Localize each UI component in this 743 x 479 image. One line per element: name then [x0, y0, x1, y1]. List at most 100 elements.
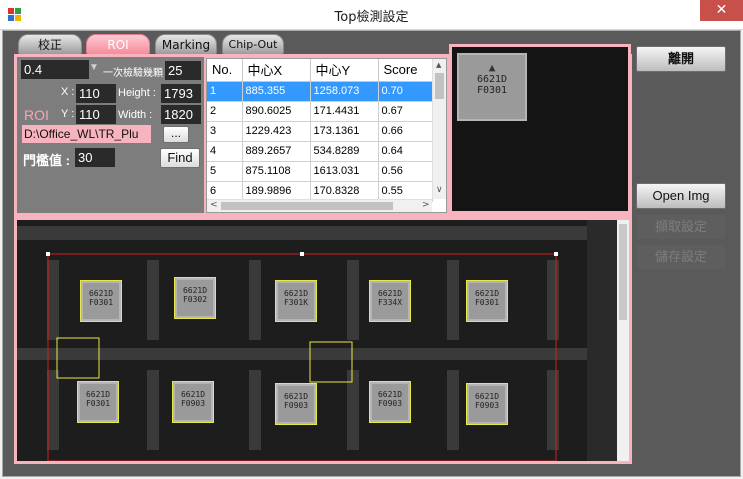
detected-chip[interactable]: 6621D F0903 — [275, 383, 317, 425]
cell[interactable]: 0.56 — [378, 161, 433, 182]
height-field[interactable]: 1793 — [161, 84, 201, 103]
scroll-down-icon[interactable]: ∨ — [436, 185, 443, 195]
cell[interactable]: 171.4431 — [310, 101, 379, 122]
chip-marking-line2: F0903 — [377, 399, 403, 408]
chip-marking-line1: 6621D — [474, 392, 500, 401]
column-header-center-x[interactable]: 中心X — [242, 59, 311, 82]
template-chip-image: ▲ 6621D F0301 — [457, 53, 527, 121]
chip-marking-line2: F0301 — [474, 298, 500, 307]
table-row[interactable]: 1 885.355 1258.073 0.70 — [207, 81, 433, 102]
cell[interactable]: 189.9896 — [242, 181, 311, 202]
cell[interactable]: 0.64 — [378, 141, 433, 162]
cell[interactable]: 4 — [207, 141, 243, 162]
chip-marking-line2: F0301 — [85, 399, 111, 408]
chip-marking-line2: F301K — [283, 298, 309, 307]
scroll-left-icon[interactable]: < — [210, 200, 218, 210]
chevron-down-icon[interactable]: ▼ — [89, 62, 99, 73]
detected-chip[interactable]: 6621D F0301 — [466, 280, 508, 322]
count-field[interactable]: 25 — [165, 61, 201, 80]
grid-horizontal-scrollbar[interactable]: < > — [207, 199, 432, 212]
cell[interactable]: 170.8328 — [310, 181, 379, 202]
tab-marking[interactable]: Marking — [155, 34, 217, 55]
height-label: Height : — [118, 87, 156, 99]
cell[interactable]: 875.1108 — [242, 161, 311, 182]
x-field[interactable]: 110 — [76, 84, 116, 103]
cell[interactable]: 173.1361 — [310, 121, 379, 142]
template-path-field[interactable]: D:\Office_WL\TR_Plu — [22, 125, 151, 143]
chip-marking-line2: F0302 — [182, 295, 208, 304]
cell[interactable]: 1258.073 — [310, 81, 379, 102]
cell[interactable]: 885.355 — [242, 81, 311, 102]
width-field[interactable]: 1820 — [161, 105, 201, 124]
image-vertical-scrollbar[interactable] — [617, 220, 629, 461]
chip-marking-line1: 6621D — [85, 390, 111, 399]
tab-chip-out[interactable]: Chip-Out — [222, 34, 284, 55]
grid-vertical-scrollbar[interactable]: ▲ ∨ — [432, 59, 446, 199]
cell[interactable]: 890.6025 — [242, 101, 311, 122]
capture-settings-button[interactable]: 擷取設定 — [636, 214, 726, 240]
cell[interactable]: 6 — [207, 181, 243, 202]
open-image-button[interactable]: Open Img — [636, 183, 726, 209]
cell[interactable]: 3 — [207, 121, 243, 142]
inspection-image-canvas — [17, 220, 617, 461]
column-header-no[interactable]: No. — [207, 59, 243, 82]
table-row[interactable]: 5 875.1108 1613.031 0.56 — [207, 161, 433, 182]
chip-marking-line1: 6621D — [180, 390, 206, 399]
width-label: Width : — [118, 109, 153, 121]
detected-chip[interactable]: 6621D F0903 — [466, 383, 508, 425]
grid-scroll-thumb[interactable] — [435, 73, 444, 99]
cell[interactable]: 0.67 — [378, 101, 433, 122]
chip-marking-line2: F0301 — [88, 298, 114, 307]
column-header-center-y[interactable]: 中心Y — [310, 59, 379, 82]
table-row[interactable]: 4 889.2657 534.8289 0.64 — [207, 141, 433, 162]
detected-chip[interactable]: 6621D F0301 — [77, 381, 119, 423]
find-button[interactable]: Find — [160, 148, 200, 168]
cell[interactable]: 1613.031 — [310, 161, 379, 182]
chip-marking-line2: F334X — [377, 298, 403, 307]
grid-hscroll-thumb[interactable] — [221, 202, 393, 210]
cell[interactable]: 0.55 — [378, 181, 433, 202]
chip-marking-line1: 6621D — [377, 390, 403, 399]
cell[interactable]: 5 — [207, 161, 243, 182]
chip-marking-line1: 6621D — [88, 289, 114, 298]
detected-chip[interactable]: 6621D F0903 — [369, 381, 411, 423]
table-row[interactable]: 2 890.6025 171.4431 0.67 — [207, 101, 433, 122]
chip-marking-line2: F0301 — [476, 85, 508, 96]
inspection-image[interactable]: 6621D F0301 6621D F0302 6621D F301K 6621… — [17, 220, 617, 461]
y-field[interactable]: 110 — [76, 105, 116, 124]
chip-marking-line1: 6621D — [283, 289, 309, 298]
window-title: Top檢測設定 — [334, 10, 409, 25]
table-row[interactable]: 3 1229.423 173.1361 0.66 — [207, 121, 433, 142]
cell[interactable]: 0.66 — [378, 121, 433, 142]
score-combobox[interactable]: 0.4 — [21, 60, 89, 79]
logo-a-icon: ▲ — [488, 61, 496, 74]
table-row[interactable]: 6 189.9896 170.8328 0.55 — [207, 181, 433, 202]
cell[interactable]: 534.8289 — [310, 141, 379, 162]
detected-chip[interactable]: 6621D F0903 — [172, 381, 214, 423]
close-button[interactable]: ✕ — [700, 0, 743, 21]
cell[interactable]: 2 — [207, 101, 243, 122]
save-settings-button[interactable]: 儲存設定 — [636, 244, 726, 270]
threshold-field[interactable]: 30 — [75, 148, 115, 167]
tab-roi[interactable]: ROI — [86, 34, 150, 55]
cell[interactable]: 889.2657 — [242, 141, 311, 162]
image-scroll-thumb[interactable] — [619, 224, 627, 320]
chip-marking-line1: 6621D — [283, 392, 309, 401]
scroll-up-icon[interactable]: ▲ — [436, 61, 441, 69]
tab-calibration[interactable]: 校正 — [18, 34, 82, 55]
detected-chip[interactable]: 6621D F0301 — [80, 280, 122, 322]
leave-button[interactable]: 離開 — [636, 46, 726, 72]
column-header-score[interactable]: Score — [378, 59, 433, 82]
scroll-right-icon[interactable]: > — [422, 200, 430, 210]
chip-marking-line2: F0903 — [283, 401, 309, 410]
detected-chip[interactable]: 6621D F301K — [275, 280, 317, 322]
detected-chip[interactable]: 6621D F0302 — [174, 277, 216, 319]
browse-button[interactable]: ... — [163, 126, 189, 143]
chip-marking-line1: 6621D — [182, 286, 208, 295]
count-label: 一次檢驗幾顆 — [103, 68, 163, 79]
detected-chip[interactable]: 6621D F334X — [369, 280, 411, 322]
cell[interactable]: 0.70 — [378, 81, 433, 102]
cell[interactable]: 1229.423 — [242, 121, 311, 142]
cell[interactable]: 1 — [207, 81, 243, 102]
threshold-label: 門檻值 : — [23, 153, 70, 168]
